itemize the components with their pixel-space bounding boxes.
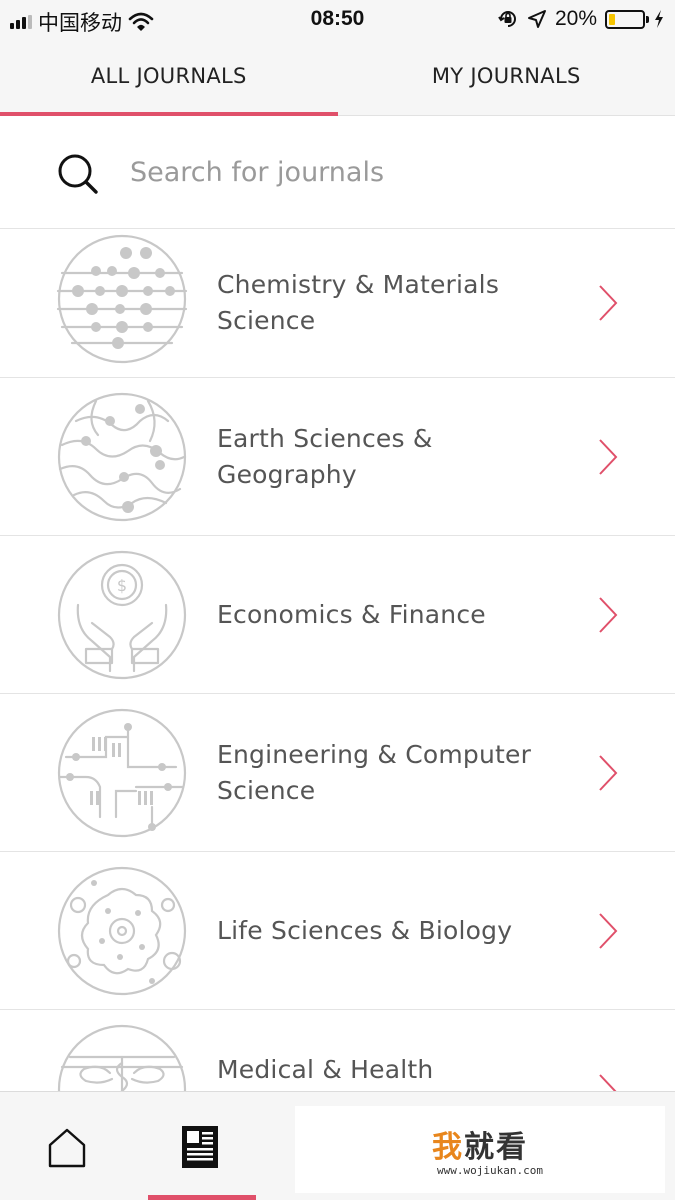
medical-icon (57, 1024, 187, 1091)
journals-icon[interactable] (181, 1125, 219, 1169)
engineering-icon (57, 708, 187, 838)
chevron-right-icon (599, 285, 618, 321)
category-label: Earth Sciences & Geography (217, 423, 433, 489)
journal-tabs: ALL JOURNALS MY JOURNALS (0, 38, 675, 116)
category-row-chemistry[interactable]: Chemistry & Materials Science (0, 229, 675, 378)
biology-icon (57, 866, 187, 996)
earth-icon (57, 392, 187, 522)
category-label: Engineering & Computer Science (217, 739, 532, 805)
search-input[interactable] (130, 148, 630, 196)
watermark-logo: 我就看 (432, 1130, 528, 1165)
location-icon (527, 10, 546, 28)
search-bar (0, 116, 675, 229)
category-label: Medical & Health (217, 1055, 434, 1084)
category-row-economics[interactable]: $ Economics & Finance (0, 536, 675, 694)
tab-all-journals[interactable]: ALL JOURNALS (0, 38, 338, 116)
category-label: Chemistry & Materials Science (217, 270, 500, 335)
category-label: Economics & Finance (217, 599, 486, 629)
chemistry-icon (56, 234, 188, 364)
watermark-banner: 我就看 www.wojiukan.com (295, 1106, 665, 1193)
category-list: Chemistry & Materials Science Earth Scie… (0, 229, 675, 1091)
chevron-right-icon (599, 438, 618, 475)
bottom-nav: 我就看 www.wojiukan.com (0, 1091, 675, 1200)
category-row-engineering[interactable]: Engineering & Computer Science (0, 694, 675, 852)
tab-my-journals[interactable]: MY JOURNALS (338, 38, 675, 115)
chevron-right-icon (599, 1074, 617, 1091)
economics-icon: $ (57, 550, 187, 680)
battery-icon (605, 9, 649, 29)
battery-percent: 20% (554, 7, 597, 30)
svg-text:$: $ (117, 576, 127, 595)
home-icon[interactable] (46, 1127, 88, 1169)
search-icon[interactable] (56, 152, 100, 196)
charging-icon (655, 10, 663, 28)
watermark-url: www.wojiukan.com (437, 1164, 543, 1177)
active-tab-indicator (148, 1195, 256, 1200)
category-row-medical[interactable]: Medical & Health (0, 1010, 675, 1091)
chevron-right-icon (599, 912, 618, 949)
chevron-right-icon (599, 754, 618, 791)
category-row-earth-sciences[interactable]: Earth Sciences & Geography (0, 378, 675, 536)
category-label: Life Sciences & Biology (217, 915, 513, 945)
category-row-life-sciences[interactable]: Life Sciences & Biology (0, 852, 675, 1010)
status-bar: 中国移动 08:50 20% (0, 0, 675, 38)
chevron-right-icon (599, 596, 618, 633)
orientation-lock-icon (498, 11, 516, 27)
